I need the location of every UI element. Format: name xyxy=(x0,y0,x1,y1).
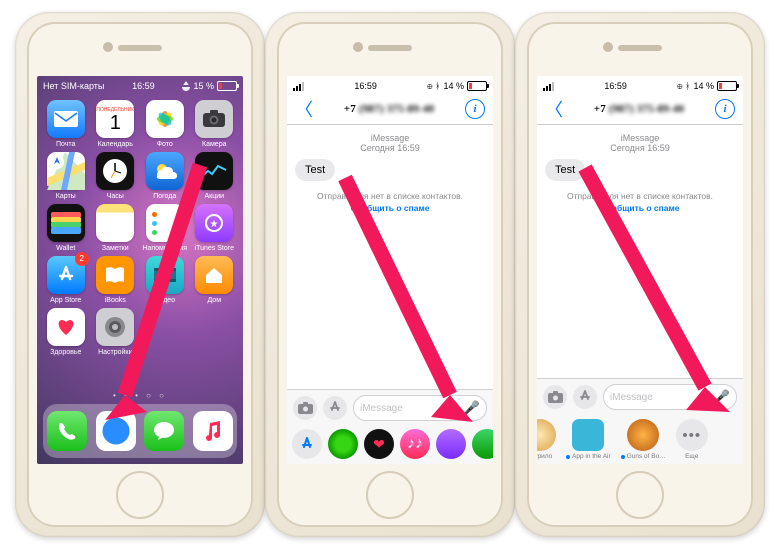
camera-button[interactable] xyxy=(543,385,567,409)
app-mail[interactable]: Почта xyxy=(43,100,89,148)
app-stocks[interactable]: Акции xyxy=(192,152,238,200)
three-phone-row: Нет SIM-карты 16:59 15 % Почта ПОНЕДЕЛЬН… xyxy=(0,0,780,549)
apps-button[interactable] xyxy=(323,396,347,420)
drawer-item-2[interactable]: Guns of Bo… xyxy=(621,419,666,460)
apps-button[interactable] xyxy=(573,385,597,409)
camera-button[interactable] xyxy=(293,396,317,420)
app-photos[interactable]: Фото xyxy=(142,100,188,148)
unknown-sender-label: Отправителя нет в списке контактов. xyxy=(317,191,463,201)
contact-name[interactable]: +7 (987) 375-89-40 xyxy=(594,104,685,115)
page-dots: • • • ○ ○ xyxy=(37,391,243,400)
app-itunes[interactable]: ★iTunes Store xyxy=(192,204,238,252)
contact-name[interactable]: +7 (987) 375-89-40 xyxy=(344,104,435,115)
dock-music[interactable] xyxy=(193,411,233,451)
home-button[interactable] xyxy=(616,471,664,519)
back-button[interactable]: 〈 xyxy=(545,96,563,122)
messages-screen-1: 16:59⊕ ᚼ 14 % 〈 +7 (987) 375-89-40 i iMe… xyxy=(287,76,493,464)
phone-3-messages-more: 16:59⊕ ᚼ 14 % 〈 +7 (987) 375-89-40 i iMe… xyxy=(515,12,765,537)
svg-text:★: ★ xyxy=(210,219,219,230)
battery-pct: 15 % xyxy=(193,81,214,91)
status-bar: Нет SIM-карты 16:59 15 % xyxy=(37,76,243,94)
message-input[interactable]: iMessage🎤 xyxy=(603,384,737,410)
phone-1-home: Нет SIM-карты 16:59 15 % Почта ПОНЕДЕЛЬН… xyxy=(15,12,265,537)
app-ibooks[interactable]: iBooks xyxy=(93,256,139,304)
app-drawer-icons[interactable]: ❤ ♪♪ xyxy=(287,426,493,464)
carrier-label: Нет SIM-карты xyxy=(43,81,104,91)
drawer-store-icon[interactable] xyxy=(292,429,322,459)
status-time: 16:59 xyxy=(132,81,155,91)
app-reminders[interactable]: Напоминания xyxy=(142,204,188,252)
messages-screen-2: 16:59⊕ ᚼ 14 % 〈 +7 (987) 375-89-40 i iMe… xyxy=(537,76,743,464)
back-button[interactable]: 〈 xyxy=(295,96,313,122)
app-settings[interactable]: Настройки xyxy=(93,308,139,356)
app-wallet[interactable]: Wallet xyxy=(43,204,89,252)
report-spam-link[interactable]: Сообщить о спаме xyxy=(600,203,679,213)
service-label: iMessage xyxy=(371,133,410,143)
drawer-app-target[interactable] xyxy=(436,429,466,459)
app-camera[interactable]: Камера xyxy=(192,100,238,148)
drawer-item-0[interactable]: …урило xyxy=(537,419,556,460)
nav-bar: 〈 +7 (987) 375-89-40 i xyxy=(287,94,493,125)
report-spam-link[interactable]: Сообщить о спаме xyxy=(350,203,429,213)
phone-2-messages: 16:59⊕ ᚼ 14 % 〈 +7 (987) 375-89-40 i iMe… xyxy=(265,12,515,537)
app-calendar[interactable]: ПОНЕДЕЛЬНИК1Календарь xyxy=(93,100,139,148)
dock xyxy=(43,404,237,458)
app-videos[interactable]: Видео xyxy=(142,256,188,304)
message-bubble[interactable]: Test xyxy=(295,159,335,181)
message-input[interactable]: iMessage🎤 xyxy=(353,395,487,421)
drawer-item-more[interactable]: •••Еще xyxy=(676,419,708,460)
dock-messages[interactable] xyxy=(144,411,184,451)
compose-bar: iMessage🎤 ❤ ♪♪ xyxy=(287,389,493,464)
drawer-app-1[interactable] xyxy=(328,429,358,459)
app-home[interactable]: Дом xyxy=(192,256,238,304)
app-maps[interactable]: Карты xyxy=(43,152,89,200)
home-button[interactable] xyxy=(116,471,164,519)
info-button[interactable]: i xyxy=(465,99,485,119)
drawer-item-1[interactable]: App in the Air xyxy=(566,419,611,460)
app-appstore[interactable]: 2App Store xyxy=(43,256,89,304)
timeline-label: Сегодня 16:59 xyxy=(360,143,420,153)
app-badge: 2 xyxy=(75,252,89,266)
mic-icon[interactable]: 🎤 xyxy=(464,400,480,416)
app-health[interactable]: Здоровье xyxy=(43,308,89,356)
dock-phone[interactable] xyxy=(47,411,87,451)
app-notes[interactable]: Заметки xyxy=(93,204,139,252)
app-clock[interactable]: Часы xyxy=(93,152,139,200)
app-grid: Почта ПОНЕДЕЛЬНИК1Календарь Фото Камера … xyxy=(37,94,243,356)
info-button[interactable]: i xyxy=(715,99,735,119)
dock-safari[interactable] xyxy=(96,411,136,451)
message-bubble[interactable]: Test xyxy=(545,159,585,181)
more-icon: ••• xyxy=(676,419,708,451)
app-drawer-labeled[interactable]: …урило App in the Air Guns of Bo… •••Еще xyxy=(537,415,743,464)
home-screen: Нет SIM-карты 16:59 15 % Почта ПОНЕДЕЛЬН… xyxy=(37,76,243,464)
home-button[interactable] xyxy=(366,471,414,519)
app-weather[interactable]: Погода xyxy=(142,152,188,200)
